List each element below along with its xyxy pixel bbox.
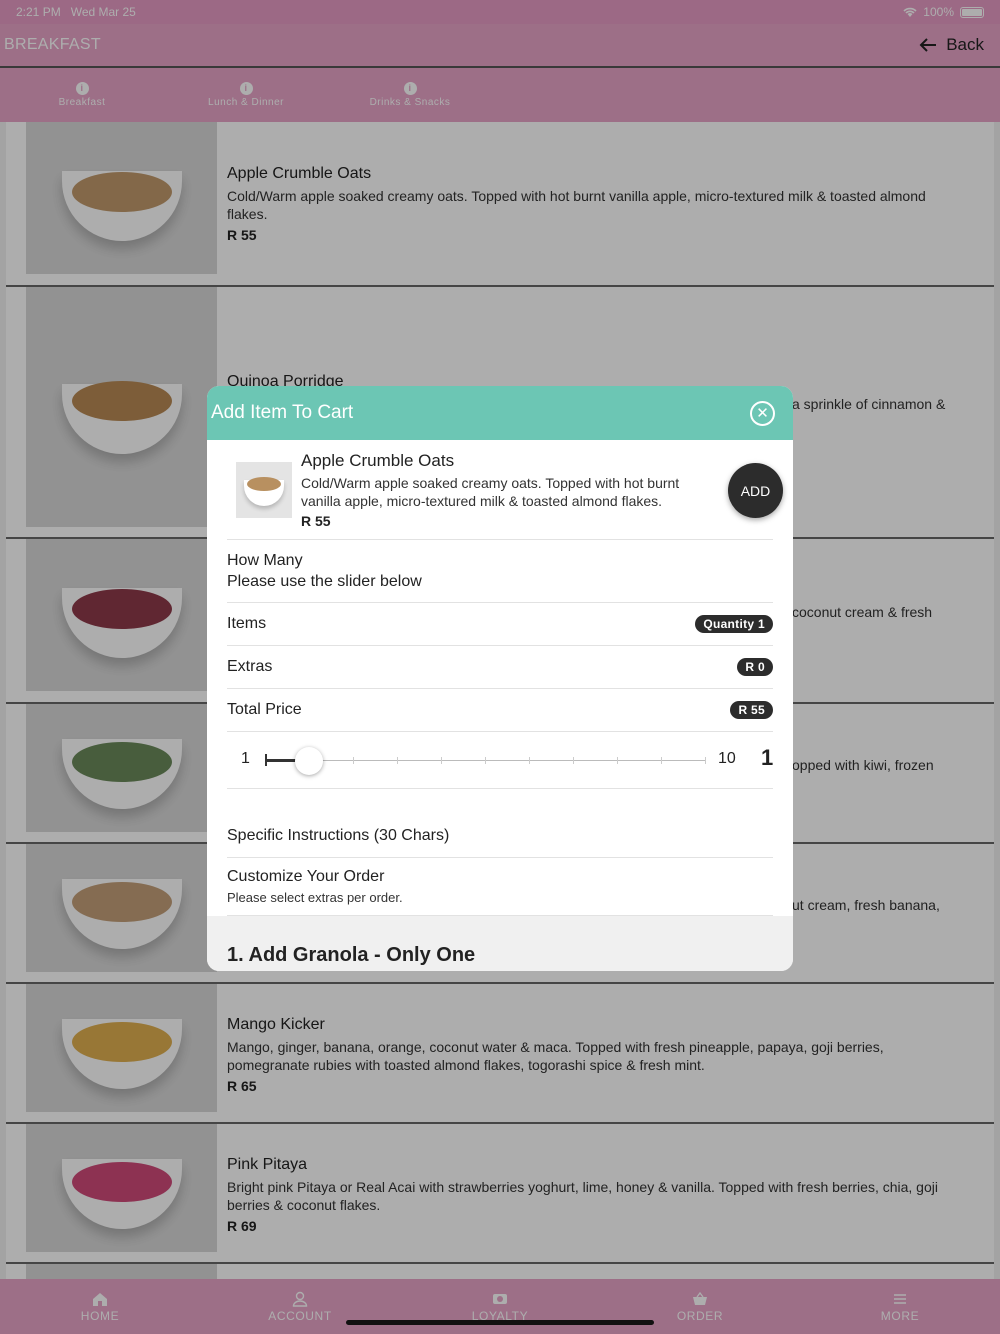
how-many-title: How Many	[227, 552, 303, 569]
slider-max-label: 10	[718, 750, 736, 767]
slider-tick	[661, 757, 662, 764]
extras-label: Extras	[227, 658, 273, 675]
slider-tick	[441, 757, 442, 764]
product-thumbnail	[236, 462, 292, 518]
extras-row: Extras R 0	[227, 646, 773, 689]
slider-tick	[529, 757, 530, 764]
product-price: R 55	[301, 513, 331, 529]
slider-value: 1	[761, 745, 774, 770]
product-summary: Apple Crumble Oats Cold/Warm apple soake…	[227, 440, 783, 540]
slider-thumb[interactable]	[295, 747, 323, 775]
total-row: Total Price R 55	[227, 689, 773, 732]
items-label: Items	[227, 615, 267, 632]
modal-header: Add Item To Cart ✕	[207, 386, 793, 440]
slider-tick	[705, 757, 706, 764]
customize-title: Customize Your Order	[227, 868, 385, 885]
product-name: Apple Crumble Oats	[301, 451, 455, 470]
slider-tick	[573, 757, 574, 764]
total-label: Total Price	[227, 701, 302, 718]
slider-tick	[485, 757, 486, 764]
instructions-label: Specific Instructions (30 Chars)	[227, 827, 450, 844]
close-icon[interactable]: ✕	[750, 400, 775, 426]
total-badge: R 55	[730, 701, 773, 719]
add-to-cart-modal: Add Item To Cart ✕ Apple Crumble Oats Co…	[207, 386, 793, 971]
add-button[interactable]: ADD	[728, 463, 783, 518]
home-indicator	[346, 1320, 654, 1325]
customize-section: Customize Your Order Please select extra…	[227, 858, 773, 916]
slider-min-label: 1	[241, 750, 250, 767]
slider-tick	[617, 757, 618, 764]
extras-badge: R 0	[737, 658, 773, 676]
extras-section-header[interactable]: 1. Add Granola - Only One	[207, 916, 793, 971]
product-desc: Cold/Warm apple soaked creamy oats. Topp…	[301, 475, 680, 509]
items-row: Items Quantity 1	[227, 603, 773, 646]
extras-section-title: 1. Add Granola - Only One	[227, 944, 476, 966]
how-many-section: How Many Please use the slider below	[227, 540, 773, 603]
customize-hint: Please select extras per order.	[227, 890, 403, 905]
slider-tick	[353, 757, 354, 764]
quantity-badge: Quantity 1	[695, 615, 773, 633]
quantity-slider-row: 1 10 1	[227, 732, 773, 789]
slider-tick	[397, 757, 398, 764]
how-many-hint: Please use the slider below	[227, 573, 422, 590]
modal-title: Add Item To Cart	[211, 402, 354, 423]
instructions-field[interactable]: Specific Instructions (30 Chars)	[227, 818, 773, 858]
